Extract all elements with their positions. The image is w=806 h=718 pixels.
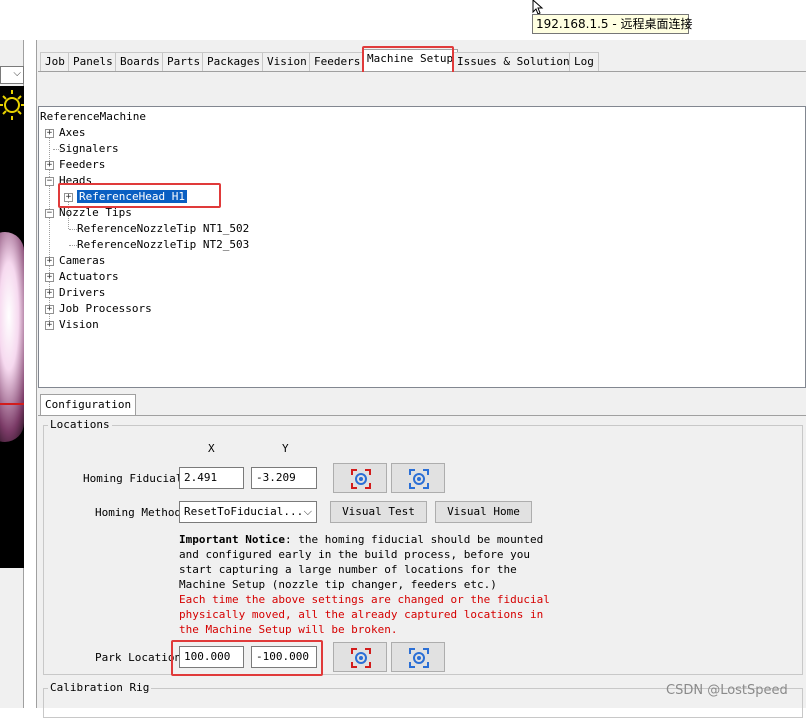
notice-bold-label: Important Notice bbox=[179, 533, 285, 546]
tab-panels[interactable]: Panels bbox=[68, 52, 118, 72]
homing-method-value: ResetToFiducial... bbox=[184, 505, 304, 518]
tree-guide-line bbox=[69, 245, 77, 246]
warning-notice: Each time the above settings are changed… bbox=[179, 593, 550, 636]
tab-parts[interactable]: Parts bbox=[162, 52, 206, 72]
tree-guide-line bbox=[69, 229, 77, 230]
collapse-minus-icon[interactable]: − bbox=[45, 177, 54, 186]
tree-node-actuators[interactable]: Actuators bbox=[59, 269, 119, 285]
expand-plus-icon[interactable]: + bbox=[45, 273, 54, 282]
collapse-minus-icon[interactable]: − bbox=[45, 209, 54, 218]
watermark: CSDN @LostSpeed bbox=[666, 683, 788, 698]
camera-capture-icon bbox=[351, 648, 371, 668]
expand-plus-icon[interactable]: + bbox=[45, 129, 54, 138]
expand-plus-icon[interactable]: + bbox=[45, 161, 54, 170]
tab-boards[interactable]: Boards bbox=[115, 52, 165, 72]
camera-move-icon bbox=[409, 469, 429, 489]
visual-home-button[interactable]: Visual Home bbox=[435, 501, 532, 523]
park-location-label: Park Location bbox=[95, 651, 182, 664]
homing-fiducial-label: Homing Fiducial bbox=[83, 472, 183, 485]
light-icon bbox=[0, 90, 24, 120]
calibration-rig-group-title: Calibration Rig bbox=[48, 681, 152, 694]
tree-node-vision[interactable]: Vision bbox=[59, 317, 99, 333]
tab-issues-solutions[interactable]: Issues & Solutions bbox=[452, 52, 582, 72]
tab-log[interactable]: Log bbox=[569, 52, 599, 72]
tree-node-job-processors[interactable]: Job Processors bbox=[59, 301, 152, 317]
visual-test-button[interactable]: Visual Test bbox=[330, 501, 427, 523]
expand-plus-icon[interactable]: + bbox=[45, 257, 54, 266]
homing-method-label: Homing Method bbox=[95, 506, 182, 519]
move-to-park-location-button[interactable] bbox=[391, 642, 445, 672]
tab-configuration[interactable]: Configuration bbox=[40, 394, 137, 416]
remote-desktop-tooltip: 192.168.1.5 - 远程桌面连接 bbox=[532, 14, 692, 34]
tree-node-cameras[interactable]: Cameras bbox=[59, 253, 105, 269]
highlight-reference-head bbox=[58, 183, 221, 208]
capture-camera-location-button[interactable] bbox=[333, 463, 387, 493]
tab-job[interactable]: Job bbox=[40, 52, 70, 72]
tree-node-drivers[interactable]: Drivers bbox=[59, 285, 105, 301]
highlight-park-location bbox=[171, 640, 323, 676]
expand-plus-icon[interactable]: + bbox=[45, 305, 54, 314]
tab-vision[interactable]: Vision bbox=[262, 52, 312, 72]
camera-image-blob bbox=[0, 232, 24, 442]
tree-node-root[interactable]: ReferenceMachine bbox=[40, 109, 146, 125]
locations-group-title: Locations bbox=[48, 418, 112, 431]
tree-node-signalers[interactable]: Signalers bbox=[59, 141, 119, 157]
tab-packages[interactable]: Packages bbox=[202, 52, 265, 72]
machine-tree[interactable]: ReferenceMachine + Axes Signalers + Feed… bbox=[38, 106, 806, 388]
tree-node-nozzle-tip-nt1[interactable]: ReferenceNozzleTip NT1_502 bbox=[77, 221, 249, 237]
expand-plus-icon[interactable]: + bbox=[45, 289, 54, 298]
important-notice: Important Notice: the homing fiducial sh… bbox=[179, 532, 599, 592]
tab-feeders[interactable]: Feeders bbox=[309, 52, 366, 72]
config-tab-divider bbox=[38, 415, 806, 416]
move-camera-to-location-button[interactable] bbox=[391, 463, 445, 493]
camera-capture-icon bbox=[351, 469, 371, 489]
capture-park-location-button[interactable] bbox=[333, 642, 387, 672]
homing-fiducial-y-field[interactable]: -3.209 bbox=[251, 467, 317, 489]
y-column-header: Y bbox=[282, 442, 289, 455]
tree-node-feeders[interactable]: Feeders bbox=[59, 157, 105, 173]
toolbar-area bbox=[38, 72, 806, 106]
homing-fiducial-x-field[interactable]: 2.491 bbox=[179, 467, 244, 489]
chevron-down-icon: ⌵ bbox=[13, 68, 21, 79]
expand-plus-icon[interactable]: + bbox=[45, 321, 54, 330]
camera-move-icon bbox=[409, 648, 429, 668]
tree-node-axes[interactable]: Axes bbox=[59, 125, 86, 141]
homing-method-select[interactable]: ResetToFiducial... ⌵ bbox=[179, 501, 317, 523]
tree-node-nozzle-tip-nt2[interactable]: ReferenceNozzleTip NT2_503 bbox=[77, 237, 249, 253]
x-column-header: X bbox=[208, 442, 215, 455]
chevron-down-icon: ⌵ bbox=[303, 505, 312, 518]
camera-crosshair bbox=[0, 403, 24, 405]
config-tab-bar: Configuration bbox=[38, 392, 806, 416]
camera-select[interactable]: ⌵ bbox=[0, 66, 24, 84]
